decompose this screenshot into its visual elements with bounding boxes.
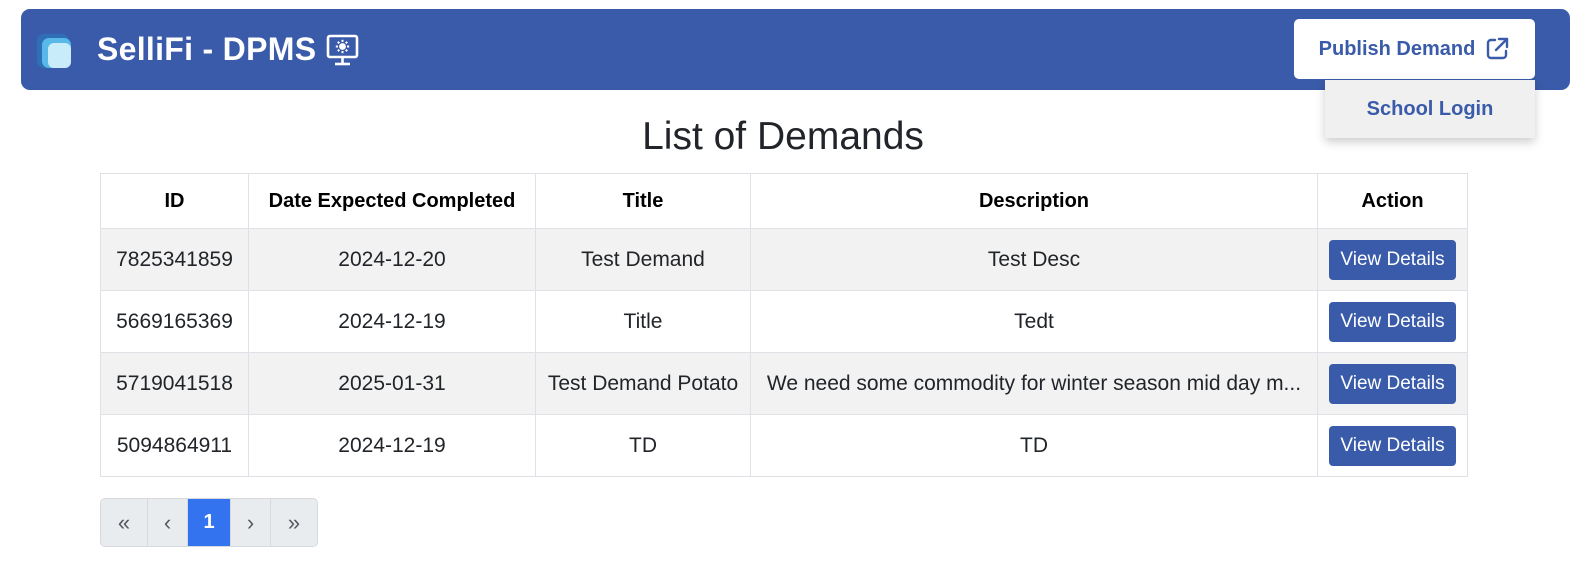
column-header-description: Description xyxy=(750,173,1318,229)
cell-id: 7825341859 xyxy=(100,228,249,291)
cell-description: TD xyxy=(750,414,1318,477)
cell-description: We need some commodity for winter season… xyxy=(750,352,1318,415)
external-link-icon xyxy=(1484,36,1510,62)
view-details-button[interactable]: View Details xyxy=(1329,363,1456,404)
view-details-button[interactable]: View Details xyxy=(1329,239,1456,280)
cell-description: Tedt xyxy=(750,290,1318,353)
column-header-id: ID xyxy=(100,173,249,229)
column-header-date: Date Expected Completed xyxy=(248,173,536,229)
view-details-button[interactable]: View Details xyxy=(1329,301,1456,342)
cell-action: View Details xyxy=(1317,414,1468,477)
cell-date: 2025-01-31 xyxy=(248,352,536,415)
cell-date: 2024-12-20 xyxy=(248,228,536,291)
cell-description: Test Desc xyxy=(750,228,1318,291)
page-last-button[interactable]: » xyxy=(271,499,317,546)
publish-demand-button[interactable]: Publish Demand xyxy=(1294,19,1535,79)
cell-id: 5719041518 xyxy=(100,352,249,415)
cell-action: View Details xyxy=(1317,290,1468,353)
column-header-title: Title xyxy=(535,173,751,229)
brand-title: SelliFi - DPMS xyxy=(97,31,317,67)
page-1-button[interactable]: 1 xyxy=(188,499,231,546)
cell-action: View Details xyxy=(1317,228,1468,291)
table-row: 5669165369 2024-12-19 Title Tedt View De… xyxy=(100,290,1468,353)
top-navbar: SelliFi - DPMS Publish Demand xyxy=(21,9,1570,90)
page-prev-button[interactable]: ‹ xyxy=(148,499,188,546)
cell-title: Title xyxy=(535,290,751,353)
table-row: 5094864911 2024-12-19 TD TD View Details xyxy=(100,414,1468,477)
app-logo xyxy=(35,30,75,70)
cell-title: Test Demand Potato xyxy=(535,352,751,415)
page-first-button[interactable]: « xyxy=(101,499,148,546)
brand[interactable]: SelliFi - DPMS xyxy=(35,9,359,90)
page-title: List of Demands xyxy=(642,115,924,158)
cell-action: View Details xyxy=(1317,352,1468,415)
cell-date: 2024-12-19 xyxy=(248,414,536,477)
cell-date: 2024-12-19 xyxy=(248,290,536,353)
view-details-button[interactable]: View Details xyxy=(1329,425,1456,466)
cell-id: 5094864911 xyxy=(100,414,249,477)
demands-table: ID Date Expected Completed Title Descrip… xyxy=(100,173,1468,477)
computer-settings-icon xyxy=(326,33,359,67)
pagination: « ‹ 1 › » xyxy=(100,498,318,547)
publish-demand-label: Publish Demand xyxy=(1318,37,1476,60)
table-row: 5719041518 2025-01-31 Test Demand Potato… xyxy=(100,352,1468,415)
cell-title: Test Demand xyxy=(535,228,751,291)
cell-id: 5669165369 xyxy=(100,290,249,353)
table-row: 7825341859 2024-12-20 Test Demand Test D… xyxy=(100,228,1468,291)
cell-title: TD xyxy=(535,414,751,477)
page-next-button[interactable]: › xyxy=(231,499,271,546)
table-header-row: ID Date Expected Completed Title Descrip… xyxy=(100,173,1468,229)
column-header-action: Action xyxy=(1317,173,1468,229)
